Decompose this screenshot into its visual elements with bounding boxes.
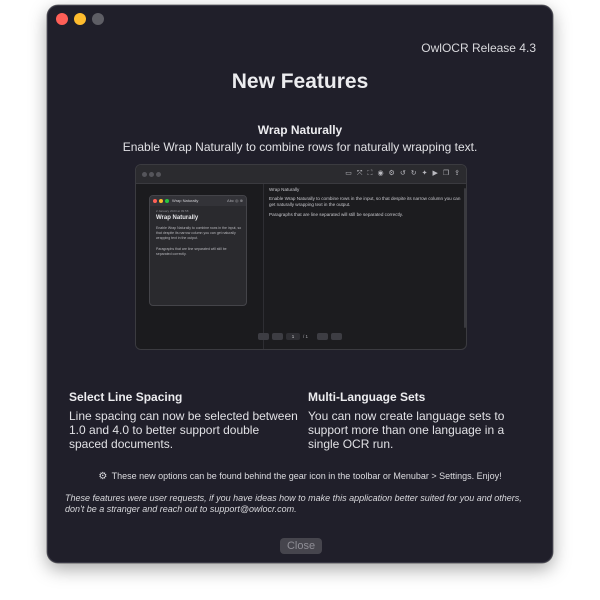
window-zoom-button[interactable] [92, 13, 104, 25]
feature-line-spacing: Select Line Spacing Line spacing can now… [69, 390, 299, 451]
window-close-button[interactable] [56, 13, 68, 25]
preview-inner-heading: Wrap Naturally [156, 215, 199, 221]
feature-line-spacing-title: Select Line Spacing [69, 390, 183, 404]
feature-wrap-description: Enable Wrap Naturally to combine rows fo… [122, 140, 478, 154]
preview-inner-date: 2 January 2023 at 09:58 [156, 209, 189, 213]
preview-inner-zoom-dot [165, 199, 169, 203]
release-label: OwlOCR Release 4.3 [421, 41, 536, 55]
preview-inner-close-dot [153, 199, 157, 203]
feature-multi-language-description: You can now create language sets to supp… [308, 409, 505, 451]
preview-toolbar: ▭ ⤧ ⛶ ◉ ⚙ ↺ ↻ ✦ ▶ ❐ ⇪ [136, 165, 466, 184]
capture-icon: ⛶ [367, 170, 373, 177]
preview-toolbar-icons: ▭ ⤧ ⛶ ◉ ⚙ ↺ ↻ ✦ ▶ ❐ ⇪ [345, 169, 460, 179]
preview-output-text: Wrap Naturally Enable Wrap Naturally to … [269, 187, 463, 221]
preview-dot [142, 172, 147, 177]
sparkle-icon: ✦ [421, 170, 428, 177]
gear-icon: ⚙ [388, 170, 395, 177]
settings-hint-text: These new options can be found behind th… [111, 471, 502, 481]
share-icon: ⇪ [454, 170, 460, 177]
preview-pager: 1 / 1 [258, 333, 343, 340]
preview-inner-controls: Abc ◎ ⊕ [227, 198, 243, 203]
preview-first-page-button [258, 333, 269, 340]
preview-output-pane: Wrap Naturally Enable Wrap Naturally to … [265, 184, 466, 349]
preview-dot [156, 172, 161, 177]
feature-multi-language: Multi-Language Sets You can now create l… [308, 390, 538, 451]
preview-inner-paragraph: Paragraphs that are line separated will … [156, 247, 227, 256]
preview-output-paragraph: Enable Wrap Naturally to combine rows in… [269, 196, 461, 208]
close-button[interactable]: Close [280, 538, 322, 554]
preview-output-paragraph: Paragraphs that are line separated will … [269, 211, 403, 217]
play-icon: ▶ [432, 170, 438, 177]
preview-prev-page-button [272, 333, 283, 340]
shrink-icon: ⤧ [356, 170, 363, 177]
preview-next-page-button [317, 333, 329, 340]
rotate-left-icon: ↺ [399, 170, 406, 177]
preview-inner-title: Wrap Naturally [172, 198, 199, 203]
preview-input-pane: Wrap Naturally Abc ◎ ⊕ 2 January 2023 at… [136, 184, 264, 349]
preview-page-number: 1 [286, 333, 300, 340]
feature-wrap-title: Wrap Naturally [257, 123, 343, 137]
gear-icon: ⚙ [98, 471, 108, 482]
preview-inner-minimize-dot [159, 199, 163, 203]
preview-inner-window: Wrap Naturally Abc ◎ ⊕ 2 January 2023 at… [149, 195, 247, 306]
rotate-right-icon: ↻ [410, 170, 417, 177]
preview-scrollbar [464, 188, 466, 328]
title-bar [48, 6, 552, 34]
feature-line-spacing-description: Line spacing can now be selected between… [69, 409, 298, 451]
window-minimize-button[interactable] [74, 13, 86, 25]
copy-icon: ❐ [442, 170, 450, 177]
preview-inner-paragraph: Enable Wrap Naturally to combine rows in… [156, 226, 242, 240]
preview-page-total: / 1 [303, 334, 309, 339]
whats-new-window: OwlOCR Release 4.3 New Features Wrap Nat… [47, 5, 553, 563]
preview-inner-titlebar: Wrap Naturally Abc ◎ ⊕ [150, 196, 246, 206]
feedback-note: These features were user requests, if yo… [65, 493, 522, 514]
folder-icon: ▭ [345, 170, 352, 177]
preview-dot [149, 172, 154, 177]
page-title: New Features [231, 70, 369, 93]
feature-preview-image: ▭ ⤧ ⛶ ◉ ⚙ ↺ ↻ ✦ ▶ ❐ ⇪ Wrap Naturally Abc… [135, 164, 467, 350]
feature-multi-language-title: Multi-Language Sets [308, 390, 426, 404]
settings-hint: ⚙ These new options can be found behind … [48, 471, 552, 482]
preview-last-page-button [331, 333, 343, 340]
preview-output-title: Wrap Naturally [269, 187, 300, 192]
camera-icon: ◉ [377, 170, 384, 177]
